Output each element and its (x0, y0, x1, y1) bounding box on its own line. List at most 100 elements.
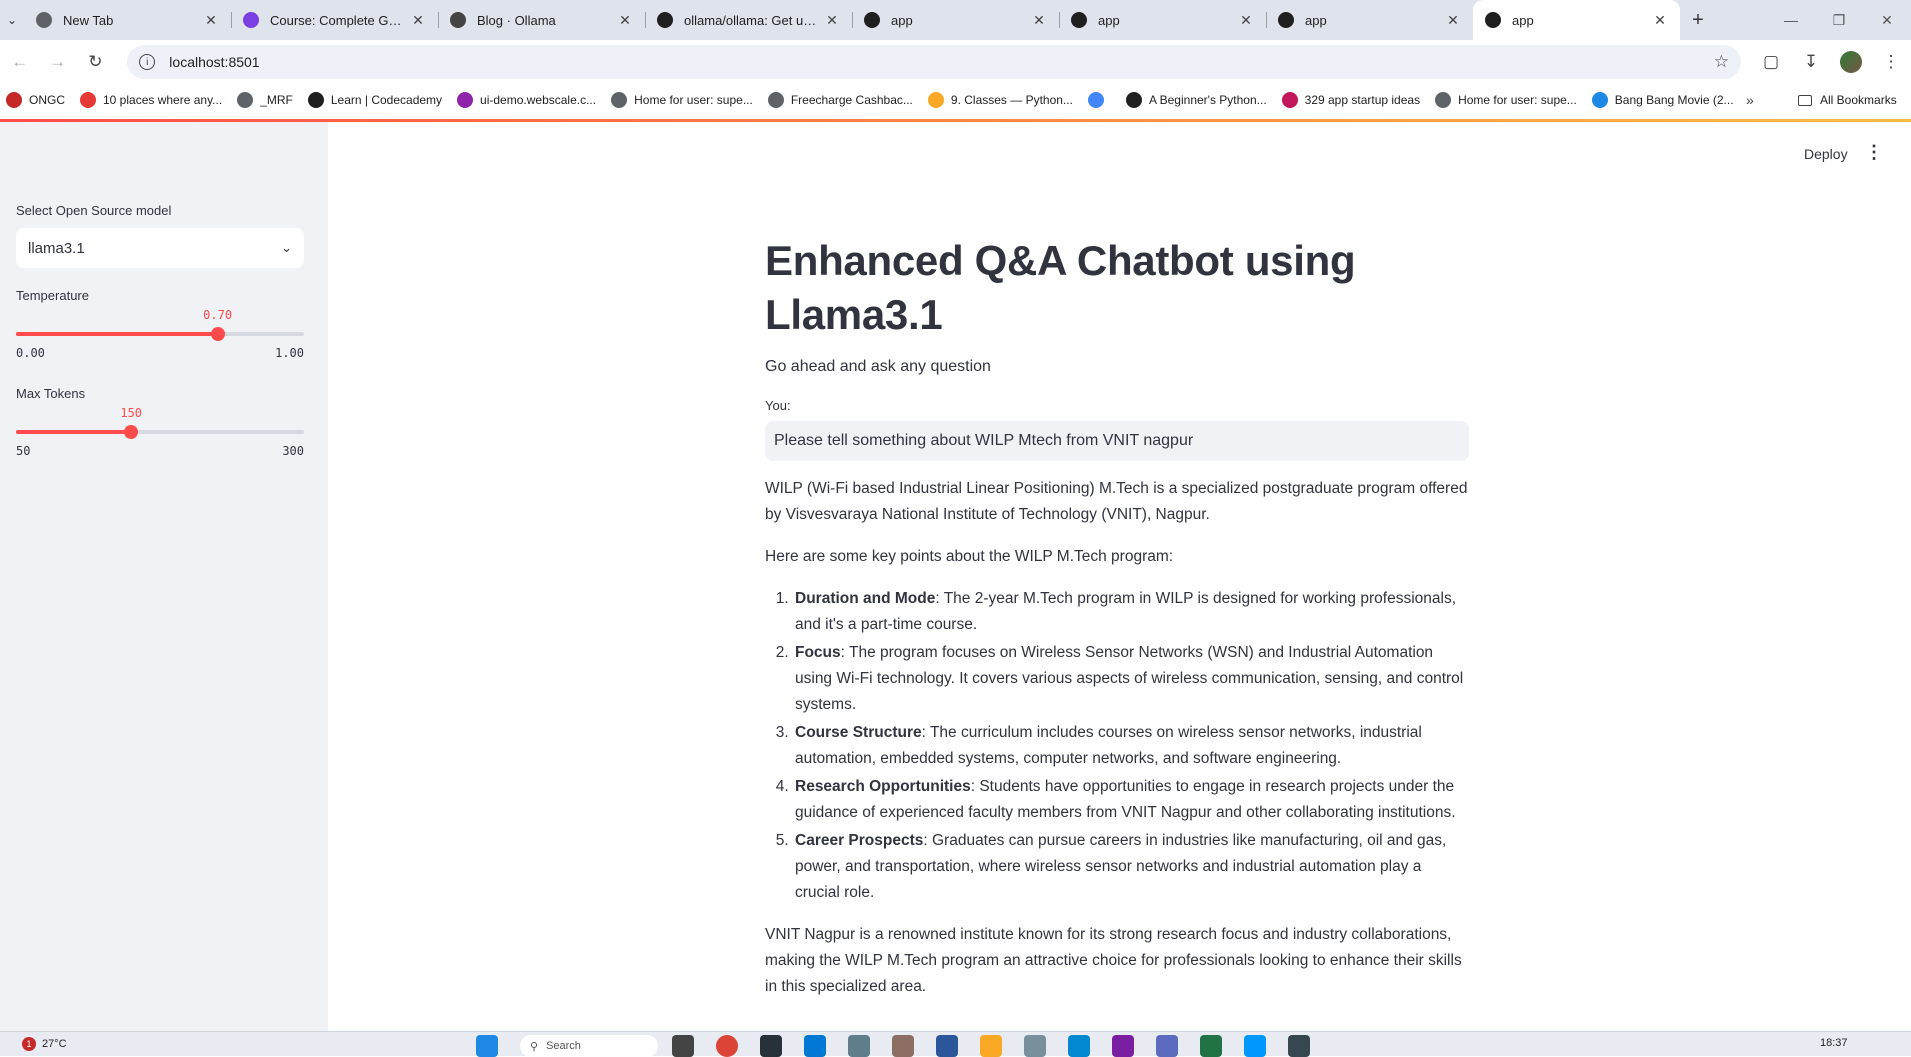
bookmark-item[interactable] (1087, 92, 1111, 108)
window-controls: — ❐ ✕ (1767, 0, 1911, 40)
excel-icon[interactable] (1200, 1035, 1222, 1057)
file-explorer-icon[interactable] (980, 1035, 1002, 1057)
teams-icon[interactable] (1156, 1035, 1178, 1057)
bookmark-favicon-icon (611, 92, 628, 108)
tab-search-icon[interactable]: ⌄ (0, 0, 24, 40)
browser-tab[interactable]: Blog · Ollama ✕ (438, 0, 645, 40)
chrome-icon (36, 12, 52, 28)
bookmark-item[interactable]: Bang Bang Movie (2... (1591, 92, 1734, 108)
bookmark-item[interactable]: Home for user: supe... (1435, 92, 1577, 108)
bookmark-favicon-icon (80, 92, 96, 108)
new-tab-button[interactable]: + (1680, 0, 1716, 40)
temperature-value: 0.70 (203, 308, 233, 322)
bookmark-item[interactable]: _MRF (237, 92, 293, 108)
restore-icon[interactable]: ❐ (1815, 0, 1863, 40)
page-title: Enhanced Q&A Chatbot using Llama3.1 (765, 237, 1356, 338)
bookmark-favicon-icon (1125, 92, 1142, 108)
address-bar[interactable]: i localhost:8501 ☆ (127, 45, 1741, 79)
site-info-icon[interactable]: i (139, 54, 156, 70)
word-icon[interactable] (936, 1035, 958, 1057)
close-tab-icon[interactable]: ✕ (1238, 12, 1254, 29)
bookmark-item[interactable]: ui-demo.webscale.c... (457, 92, 596, 108)
skype-icon[interactable] (1068, 1035, 1090, 1057)
task-view-icon[interactable] (672, 1035, 694, 1057)
calculator-icon[interactable] (848, 1035, 870, 1057)
close-tab-icon[interactable]: ✕ (1445, 12, 1461, 29)
bookmark-item[interactable]: 9. Classes — Python... (927, 92, 1073, 108)
bookmark-label: _MRF (260, 93, 293, 107)
bookmark-item[interactable]: 10 places where any... (80, 92, 222, 108)
bookmark-item[interactable]: Home for user: supe... (611, 92, 753, 108)
tab-title: Blog · Ollama (477, 12, 556, 28)
bookmark-item[interactable]: 329 app startup ideas (1281, 92, 1421, 108)
temperature-slider[interactable]: 0.70 0.00 1.00 (16, 308, 304, 360)
bookmark-item[interactable]: Freecharge Cashbac... (767, 92, 913, 108)
tab-title: Course: Complete Generative AI (270, 12, 404, 28)
browser-tab[interactable]: app ✕ (852, 0, 1059, 40)
url-text: localhost:8501 (169, 54, 260, 70)
answer-point: Career Prospects: Graduates can pursue c… (793, 828, 1469, 906)
main-menu-icon[interactable]: ⋮ (1865, 142, 1883, 163)
minimize-icon[interactable]: — (1767, 0, 1815, 40)
deploy-button[interactable]: Deploy (1804, 146, 1848, 162)
all-bookmarks-button[interactable]: All Bookmarks (1798, 84, 1897, 116)
answer-points: Duration and Mode: The 2-year M.Tech pro… (765, 586, 1469, 906)
browser-tab[interactable]: app ✕ (1059, 0, 1266, 40)
close-tab-icon[interactable]: ✕ (203, 12, 219, 29)
browser-tab[interactable]: app ✕ (1266, 0, 1473, 40)
max-tokens-label: Max Tokens (16, 386, 86, 401)
tab-list: New Tab✕Course: Complete Generative AI✕B… (24, 0, 1680, 40)
answer-lead: Here are some key points about the WILP … (765, 548, 1174, 565)
notepad-icon[interactable] (892, 1035, 914, 1057)
close-window-icon[interactable]: ✕ (1863, 0, 1911, 40)
vscode-icon[interactable] (1244, 1035, 1266, 1057)
download-icon[interactable]: ↧ (1791, 44, 1831, 80)
close-tab-icon[interactable]: ✕ (1652, 12, 1668, 29)
terminal-icon[interactable] (760, 1035, 782, 1057)
bookmark-label: ONGC (29, 93, 65, 107)
bookmark-item[interactable]: ONGC (6, 92, 65, 108)
chrome-menu-icon[interactable]: ⋮ (1871, 44, 1911, 80)
streamlit-icon (1278, 12, 1294, 28)
console-icon[interactable] (1288, 1035, 1310, 1057)
profile-avatar[interactable] (1840, 51, 1862, 73)
browser-tab[interactable]: Course: Complete Generative AI ✕ (231, 0, 438, 40)
more-bookmarks-icon[interactable]: » (1746, 84, 1754, 116)
bookmark-item[interactable]: Learn | Codecademy (307, 92, 442, 108)
browser-tab[interactable]: app ✕ (1473, 0, 1680, 40)
toolbar-actions: ▢ ↧ ⋮ (1751, 44, 1911, 80)
bookmark-star-icon[interactable]: ☆ (1714, 52, 1729, 72)
back-arrow-icon[interactable]: ← (2, 44, 38, 80)
reload-icon[interactable]: ↻ (78, 44, 114, 80)
slider-thumb[interactable] (210, 327, 225, 341)
close-tab-icon[interactable]: ✕ (824, 12, 840, 29)
max-tokens-slider[interactable]: 150 50 300 (16, 406, 304, 458)
main-content: Enhanced Q&A Chatbot using Llama3.1 Go a… (765, 234, 1469, 1016)
question-input[interactable]: Please tell something about WILP Mtech f… (765, 421, 1469, 461)
browser-tab[interactable]: New Tab ✕ (24, 0, 231, 40)
taskbar-search[interactable]: ⚲ Search (520, 1035, 658, 1057)
bookmark-label: 329 app startup ideas (1304, 93, 1421, 107)
bookmark-label: 9. Classes — Python... (950, 93, 1073, 107)
bookmark-item[interactable]: A Beginner's Python... (1125, 92, 1267, 108)
bookmarks-bar: ONGC 10 places where any... _MRF Learn | Co… (0, 84, 1911, 116)
outlook-icon[interactable] (804, 1035, 826, 1057)
browser-tab[interactable]: ollama/ollama: Get up and running ✕ (645, 0, 852, 40)
forward-arrow-icon[interactable]: → (40, 44, 76, 80)
settings-icon[interactable] (1024, 1035, 1046, 1057)
onenote-icon[interactable] (1112, 1035, 1134, 1057)
chrome-taskbar-icon[interactable] (716, 1035, 738, 1057)
main-area: Deploy ⋮ Enhanced Q&A Chatbot using Llam… (328, 122, 1911, 1031)
close-tab-icon[interactable]: ✕ (1031, 12, 1047, 29)
close-tab-icon[interactable]: ✕ (617, 12, 633, 29)
model-select[interactable]: llama3.1 ⌄ (16, 228, 304, 268)
weather-widget[interactable]: 1 27°C (22, 1037, 67, 1051)
page-subtitle: Go ahead and ask any question (765, 358, 991, 375)
slider-thumb[interactable] (124, 425, 139, 439)
tab-title: app (1098, 12, 1120, 28)
streamlit-icon (1485, 12, 1501, 28)
close-tab-icon[interactable]: ✕ (410, 12, 426, 29)
temperature-max: 1.00 (275, 346, 304, 360)
windows-start-icon[interactable] (476, 1035, 498, 1057)
extensions-icon[interactable]: ▢ (1751, 44, 1791, 80)
